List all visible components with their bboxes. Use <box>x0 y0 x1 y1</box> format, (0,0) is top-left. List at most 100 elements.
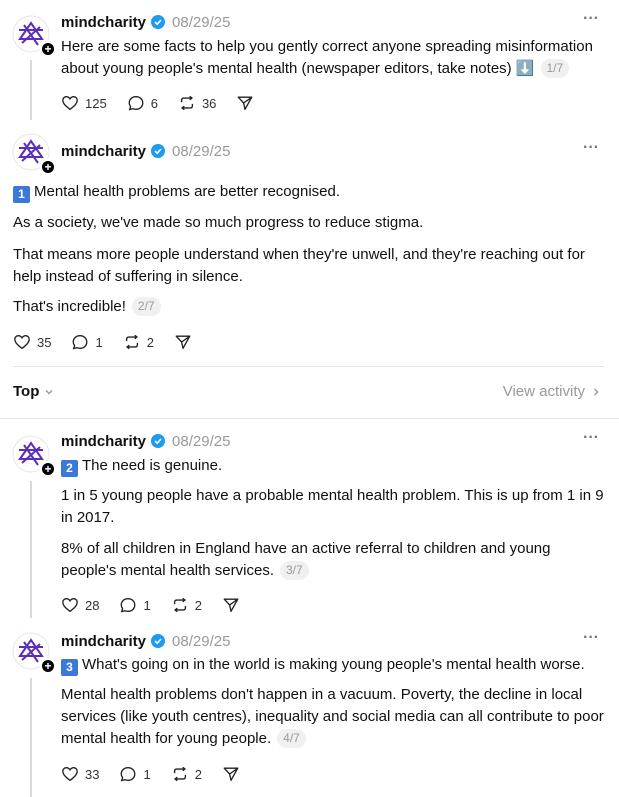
post-body: Here are some facts to help you gently c… <box>61 38 593 77</box>
more-icon[interactable]: ··· <box>583 429 599 447</box>
follow-plus-icon[interactable]: + <box>40 41 56 57</box>
like-button[interactable]: 35 <box>13 333 51 351</box>
like-count: 33 <box>85 766 100 782</box>
post-actions: 125 6 36 <box>61 94 274 112</box>
post-actions: 33 1 2 <box>61 765 260 783</box>
headline-text: Mental health problems are better recogn… <box>34 183 341 200</box>
thread-post-1: + mindcharity 08/29/25 ··· Here are some… <box>0 0 619 125</box>
repost-count: 2 <box>146 334 154 350</box>
post-paragraph: Mental health problems don't happen in a… <box>61 684 606 750</box>
post-date[interactable]: 08/29/25 <box>172 633 230 650</box>
like-count: 28 <box>85 597 100 613</box>
more-icon[interactable]: ··· <box>583 629 599 647</box>
comment-icon <box>121 767 136 782</box>
repost-button[interactable]: 2 <box>171 765 202 783</box>
like-button[interactable]: 33 <box>61 765 99 783</box>
post-date[interactable]: 08/29/25 <box>172 433 230 450</box>
reply-button[interactable]: 1 <box>119 765 151 783</box>
thread-counter: 3/7 <box>279 561 309 580</box>
sort-dropdown[interactable]: Top <box>13 383 54 400</box>
share-button[interactable] <box>236 94 254 112</box>
reply-button[interactable]: 1 <box>119 596 151 614</box>
like-button[interactable]: 28 <box>61 596 99 614</box>
headline-text: The need is genuine. <box>82 457 223 474</box>
headline-text: What's going on in the world is making y… <box>82 656 585 673</box>
reply-count: 1 <box>95 334 103 350</box>
avatar[interactable]: + <box>12 435 56 477</box>
reply-post-1: + mindcharity 08/29/25 ··· 2 The need is … <box>0 419 619 624</box>
avatar[interactable]: + <box>12 133 56 175</box>
verified-badge-icon <box>151 434 166 448</box>
thread-line <box>30 481 32 618</box>
thread-line <box>30 60 32 120</box>
thread-counter: 1/7 <box>540 59 570 78</box>
chevron-down-icon <box>45 389 53 394</box>
thread-counter: 4/7 <box>277 729 306 748</box>
post-headline: 3 What's going on in the world is making … <box>61 654 606 676</box>
verified-badge-icon <box>151 144 166 158</box>
post-header: mindcharity 08/29/25 <box>61 140 230 162</box>
reply-button[interactable]: 1 <box>71 333 103 351</box>
share-icon <box>223 767 239 781</box>
thread-counter: 2/7 <box>131 297 161 316</box>
repost-button[interactable]: 2 <box>123 333 154 351</box>
comment-icon <box>73 335 88 350</box>
sort-bar: Top View activity <box>0 366 619 418</box>
follow-plus-icon[interactable]: + <box>40 461 56 477</box>
post-date[interactable]: 08/29/25 <box>172 14 230 31</box>
post-date[interactable]: 08/29/25 <box>172 143 230 160</box>
post-paragraph: 8% of all children in England have an ac… <box>61 538 606 582</box>
heart-icon <box>14 335 30 350</box>
reply-post-2: + mindcharity 08/29/25 ··· 3 What's going… <box>0 624 619 797</box>
username[interactable]: mindcharity <box>61 143 146 160</box>
keycap-icon: 2 <box>61 460 78 477</box>
reply-button[interactable]: 6 <box>127 94 158 112</box>
verified-badge-icon <box>151 634 166 648</box>
share-button[interactable] <box>174 333 192 351</box>
heart-icon <box>62 598 78 613</box>
repost-count: 36 <box>201 95 217 111</box>
share-icon <box>237 96 253 110</box>
sort-label: Top <box>13 383 40 400</box>
share-icon <box>223 598 239 612</box>
username[interactable]: mindcharity <box>61 433 146 450</box>
repost-icon <box>125 334 138 350</box>
heart-icon <box>62 96 78 111</box>
post-header: mindcharity 08/29/25 <box>61 430 230 452</box>
username[interactable]: mindcharity <box>61 14 146 31</box>
comment-icon <box>121 598 136 613</box>
like-count: 35 <box>37 334 52 350</box>
reply-count: 1 <box>143 766 151 782</box>
username[interactable]: mindcharity <box>61 633 146 650</box>
repost-icon <box>180 95 194 111</box>
keycap-icon: 3 <box>61 659 78 676</box>
avatar[interactable]: + <box>12 15 56 57</box>
comment-icon <box>128 96 144 111</box>
post-headline: 2 The need is genuine. <box>61 455 606 477</box>
like-button[interactable]: 125 <box>61 94 107 112</box>
more-icon[interactable]: ··· <box>583 10 599 28</box>
reply-count: 6 <box>150 95 158 111</box>
repost-button[interactable]: 2 <box>171 596 202 614</box>
follow-plus-icon[interactable]: + <box>40 658 56 674</box>
view-activity-link[interactable]: View activity <box>503 383 601 400</box>
follow-plus-icon[interactable]: + <box>40 159 56 175</box>
share-button[interactable] <box>222 596 240 614</box>
repost-count: 2 <box>194 597 202 613</box>
avatar[interactable]: + <box>12 632 56 674</box>
post-text: Here are some facts to help you gently c… <box>61 36 606 80</box>
share-icon <box>175 335 191 349</box>
repost-button[interactable]: 36 <box>178 94 216 112</box>
post-paragraph: That means more people understand when t… <box>13 246 585 285</box>
post-actions: 35 1 2 <box>13 333 212 351</box>
like-count: 125 <box>85 95 107 111</box>
share-button[interactable] <box>222 765 240 783</box>
post-paragraph: 1 in 5 young people have a probable ment… <box>61 487 604 526</box>
reply-count: 1 <box>143 597 151 613</box>
chevron-right-icon <box>594 388 599 395</box>
keycap-icon: 1 <box>13 186 30 203</box>
paragraph-text: Mental health problems don't happen in a… <box>61 686 604 747</box>
more-icon[interactable]: ··· <box>583 139 599 157</box>
view-activity-label: View activity <box>502 383 585 400</box>
post-headline: 1 Mental health problems are better recog… <box>13 181 608 203</box>
